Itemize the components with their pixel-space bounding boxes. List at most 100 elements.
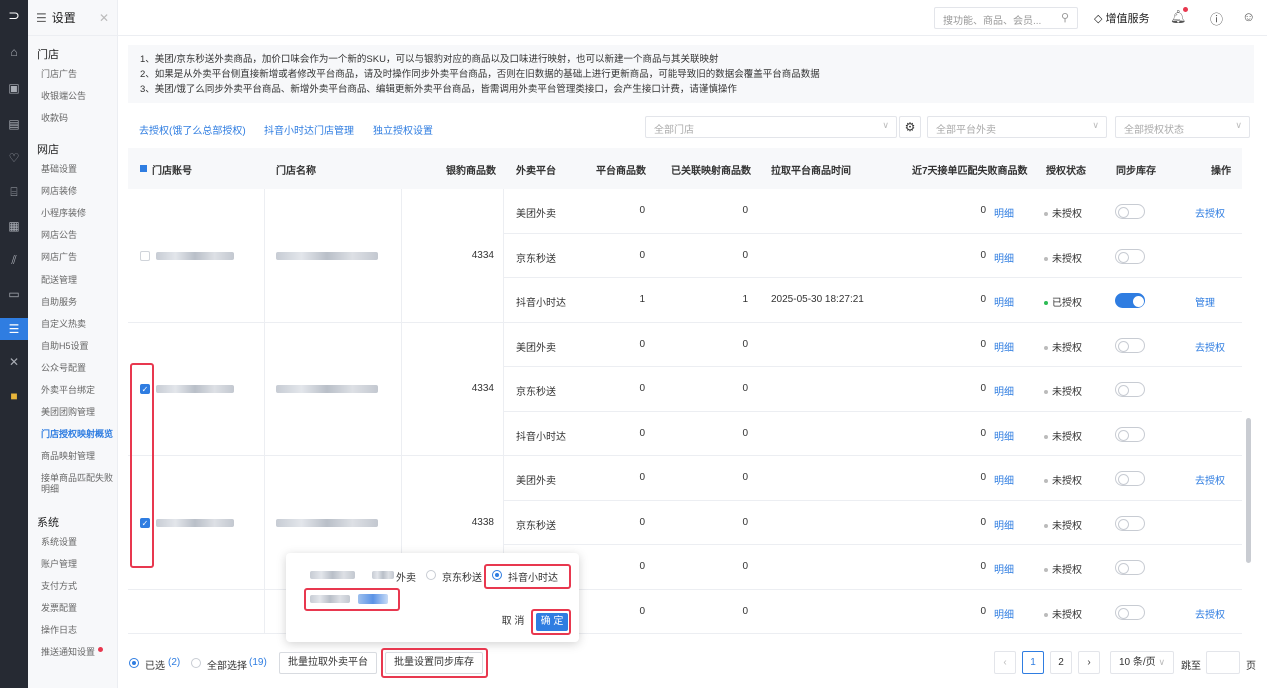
sync-stock-toggle[interactable] bbox=[1115, 426, 1145, 442]
sidebar-item-payment-method[interactable]: 支付方式 bbox=[41, 581, 117, 592]
cashier-icon[interactable]: ▣ bbox=[6, 80, 22, 96]
sync-stock-toggle[interactable] bbox=[1115, 471, 1145, 486]
close-icon[interactable]: ✕ bbox=[99, 11, 109, 25]
page-2-button[interactable]: 2 bbox=[1050, 651, 1072, 674]
chevron-down-icon: ∨ bbox=[1158, 657, 1166, 667]
sidebar-item-store-ad[interactable]: 门店广告 bbox=[41, 69, 117, 80]
detail-link[interactable]: 明细 bbox=[994, 517, 1014, 532]
sidebar-item-self-service[interactable]: 自助服务 bbox=[41, 297, 117, 308]
apps-icon[interactable]: ■ bbox=[6, 388, 22, 404]
sidebar-item-miniapp[interactable]: 小程序装修 bbox=[41, 208, 117, 219]
help-icon[interactable]: ⓘ bbox=[1210, 9, 1223, 28]
sidebar-item-custom-hot[interactable]: 自定义热卖 bbox=[41, 319, 117, 330]
jump-page-input[interactable] bbox=[1206, 651, 1240, 674]
platform-count-cell: 0 bbox=[639, 205, 645, 216]
sidebar-item-online-ad[interactable]: 网店广告 bbox=[41, 252, 117, 263]
sync-stock-toggle[interactable] bbox=[1115, 604, 1145, 620]
store-icon[interactable]: ⌸ bbox=[6, 184, 22, 200]
batch-pull-button[interactable]: 批量拉取外卖平台 bbox=[279, 652, 377, 674]
page-1-button[interactable]: 1 bbox=[1022, 651, 1044, 674]
calendar-icon[interactable]: ▤ bbox=[6, 116, 22, 132]
independent-auth-link[interactable]: 独立授权设置 bbox=[373, 122, 433, 137]
sidebar-item-decoration[interactable]: 网店装修 bbox=[41, 186, 117, 197]
operation-link[interactable]: 去授权 bbox=[1195, 205, 1225, 220]
platform-count-cell: 0 bbox=[639, 383, 645, 394]
sync-stock-toggle[interactable] bbox=[1115, 560, 1145, 575]
radio-selected[interactable] bbox=[129, 658, 139, 668]
sidebar-group-online: 网店 bbox=[37, 144, 59, 156]
next-page-button[interactable]: › bbox=[1078, 651, 1100, 674]
detail-link[interactable]: 明细 bbox=[994, 250, 1014, 265]
operation-link[interactable]: 去授权 bbox=[1195, 339, 1225, 354]
sidebar-item-product-mapping[interactable]: 商品映射管理 bbox=[41, 451, 117, 462]
auth-eleme-link[interactable]: 去授权(饿了么总部授权) bbox=[139, 122, 246, 137]
notice-line-3: 3、美团/饿了么同步外卖平台商品、新增外卖平台商品、编辑更新外卖平台商品，皆需调… bbox=[140, 84, 737, 95]
operation-link[interactable]: 去授权 bbox=[1195, 472, 1225, 487]
gear-icon[interactable]: ⚙ bbox=[899, 116, 921, 138]
sidebar-item-delivery-binding[interactable]: 外卖平台绑定 bbox=[41, 385, 117, 396]
radio-jd[interactable] bbox=[426, 570, 436, 580]
sidebar-item-invoice[interactable]: 发票配置 bbox=[41, 603, 117, 614]
sidebar-item-payment-code[interactable]: 收款码 bbox=[41, 113, 117, 124]
sidebar-item-h5[interactable]: 自助H5设置 bbox=[41, 341, 117, 352]
table-scrollbar[interactable] bbox=[1246, 418, 1251, 563]
global-search-input[interactable]: 搜功能、商品、会员... ⚲ bbox=[934, 7, 1078, 29]
user-icon[interactable]: ☺ bbox=[1242, 9, 1255, 24]
sidebar-item-online-notice[interactable]: 网店公告 bbox=[41, 230, 117, 241]
detail-link[interactable]: 明细 bbox=[994, 294, 1014, 309]
platform-filter-select[interactable]: 全部平台外卖 ∨ bbox=[927, 116, 1107, 138]
chevron-down-icon: ∨ bbox=[882, 120, 889, 130]
member-icon[interactable]: ♡ bbox=[6, 150, 22, 166]
store-filter-select[interactable]: 全部门店 ∨ bbox=[645, 116, 897, 138]
sidebar-item-push-label: 推送通知设置 bbox=[41, 647, 96, 657]
page-size-select[interactable]: 10 条/页 ∨ bbox=[1110, 651, 1174, 674]
prev-page-button[interactable]: ‹ bbox=[994, 651, 1016, 674]
sidebar-item-push-notify[interactable]: 推送通知设置 bbox=[41, 647, 117, 658]
tools-icon[interactable]: ✕ bbox=[6, 354, 22, 370]
settings-active-icon[interactable]: ☰ bbox=[0, 318, 28, 340]
operation-link[interactable]: 管理 bbox=[1195, 294, 1215, 309]
home-icon[interactable]: ⌂ bbox=[6, 44, 22, 60]
document-icon[interactable]: ▭ bbox=[6, 286, 22, 302]
cancel-button[interactable]: 取 消 bbox=[498, 612, 528, 634]
report-icon[interactable]: ⫽ bbox=[6, 252, 22, 268]
sync-stock-toggle[interactable] bbox=[1115, 337, 1145, 353]
auth-filter-select[interactable]: 全部授权状态 ∨ bbox=[1115, 116, 1250, 138]
detail-link[interactable]: 明细 bbox=[994, 428, 1014, 443]
operation-link[interactable]: 去授权 bbox=[1195, 606, 1225, 621]
select-all-label: 全部选择 bbox=[207, 661, 247, 672]
sidebar-item-match-failure[interactable]: 接单商品匹配失败明细 bbox=[41, 473, 117, 495]
radio-select-all[interactable] bbox=[191, 658, 201, 668]
sync-stock-toggle[interactable] bbox=[1115, 293, 1145, 308]
sync-stock-toggle[interactable] bbox=[1115, 515, 1145, 531]
detail-link[interactable]: 明细 bbox=[994, 205, 1014, 220]
value-added-button[interactable]: ◇ 增值服务 bbox=[1094, 10, 1150, 26]
search-icon[interactable]: ⚲ bbox=[1061, 11, 1069, 24]
sync-stock-toggle[interactable] bbox=[1115, 382, 1145, 397]
sync-stock-toggle[interactable] bbox=[1115, 248, 1145, 264]
column-divider bbox=[401, 189, 402, 323]
detail-link[interactable]: 明细 bbox=[994, 472, 1014, 487]
sidebar-item-auth-mapping[interactable]: 门店授权映射概览 bbox=[41, 429, 117, 440]
sidebar-item-cashier-notice[interactable]: 收银端公告 bbox=[41, 91, 117, 102]
sidebar-item-delivery[interactable]: 配送管理 bbox=[41, 275, 117, 286]
detail-link[interactable]: 明细 bbox=[994, 561, 1014, 576]
sync-stock-toggle[interactable] bbox=[1115, 204, 1145, 219]
sidebar-item-basic[interactable]: 基础设置 bbox=[41, 164, 117, 175]
product-icon[interactable]: ▦ bbox=[6, 218, 22, 234]
douyin-store-link[interactable]: 抖音小时达门店管理 bbox=[264, 122, 354, 137]
sidebar-item-op-log[interactable]: 操作日志 bbox=[41, 625, 117, 636]
header-operation: 操作 bbox=[1211, 166, 1231, 177]
sidebar-item-account[interactable]: 账户管理 bbox=[41, 559, 117, 570]
sidebar-item-official-account[interactable]: 公众号配置 bbox=[41, 363, 117, 374]
detail-link[interactable]: 明细 bbox=[994, 606, 1014, 621]
header-checkbox[interactable] bbox=[140, 165, 147, 172]
sidebar-item-meituan-group[interactable]: 美团团购管理 bbox=[41, 407, 117, 418]
blurred-option-text bbox=[372, 571, 394, 579]
sidebar-item-system-settings[interactable]: 系统设置 bbox=[41, 537, 117, 548]
blurred-store-name bbox=[276, 251, 378, 260]
auth-status-label: 未授权 bbox=[1052, 476, 1082, 487]
detail-link[interactable]: 明细 bbox=[994, 383, 1014, 398]
detail-link[interactable]: 明细 bbox=[994, 339, 1014, 354]
row-checkbox[interactable] bbox=[140, 250, 150, 261]
